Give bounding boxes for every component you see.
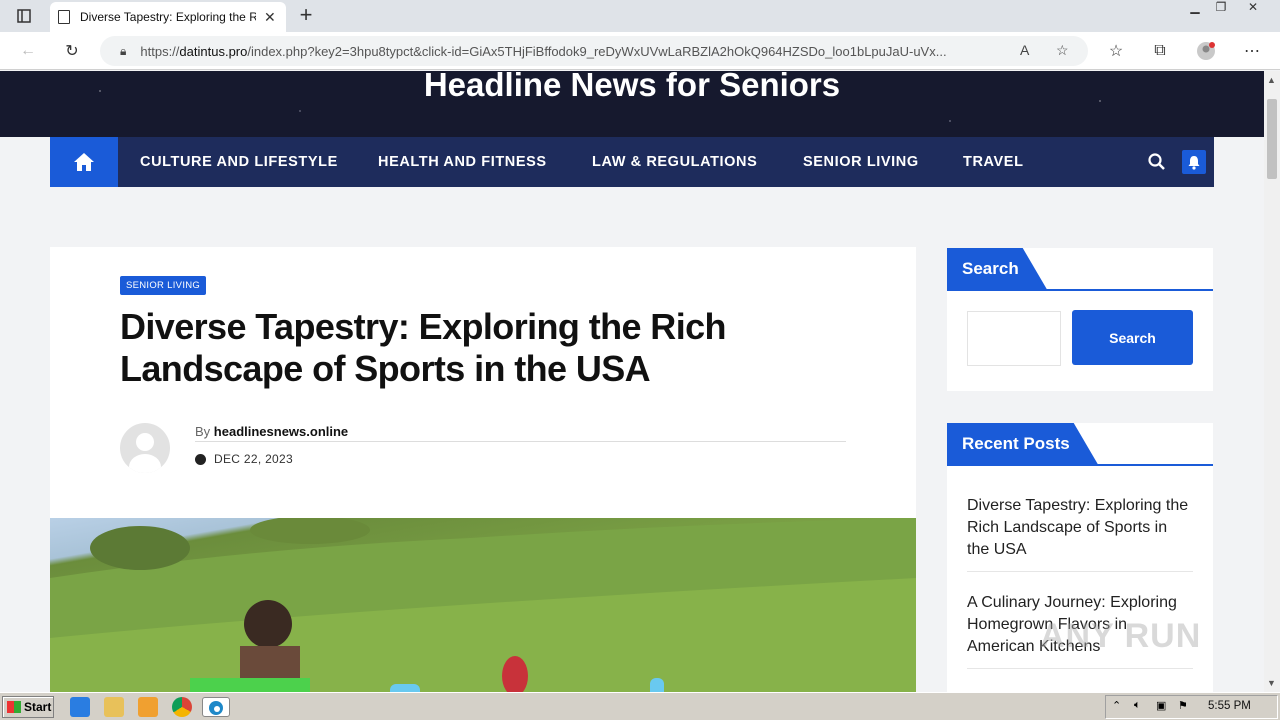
close-window-icon[interactable]: ✕ — [1240, 0, 1266, 18]
article-title: Diverse Tapestry: Exploring the Rich Lan… — [120, 306, 727, 389]
url-field[interactable]: 🔒︎ https://datintus.pro/index.php?key2=3… — [100, 36, 1088, 66]
tab-actions-icon[interactable] — [12, 4, 36, 28]
site-title[interactable]: Headline News for Seniors — [0, 71, 1264, 101]
new-tab-button[interactable]: + — [294, 4, 318, 28]
clock-icon — [195, 453, 206, 465]
edge-icon[interactable] — [202, 697, 230, 717]
main-navigation: CULTURE AND LIFESTYLE HEALTH AND FITNESS… — [50, 137, 1214, 187]
profile-avatar-icon[interactable] — [1194, 39, 1218, 63]
media-player-icon[interactable] — [138, 697, 158, 717]
scroll-thumb[interactable] — [1267, 99, 1277, 179]
start-label: Start — [24, 700, 52, 714]
restore-icon[interactable]: ❐ — [1208, 0, 1234, 18]
nav-travel[interactable]: TRAVEL — [963, 137, 1024, 187]
date-text: DEC 22, 2023 — [214, 452, 293, 466]
windows-logo-icon — [7, 701, 21, 713]
refresh-icon[interactable]: ↻ — [60, 39, 84, 63]
nav-law-regulations[interactable]: LAW & REGULATIONS — [592, 137, 757, 187]
nav-senior-living[interactable]: SENIOR LIVING — [803, 137, 919, 187]
sidebar-search-button[interactable]: Search — [1072, 310, 1193, 365]
favorites-icon[interactable]: ☆ — [1104, 39, 1128, 63]
scroll-down-icon[interactable]: ▼ — [1267, 678, 1276, 688]
nav-culture-lifestyle[interactable]: CULTURE AND LIFESTYLE — [140, 137, 338, 187]
notification-bell-icon[interactable] — [1182, 150, 1206, 174]
browser-tab[interactable]: Diverse Tapestry: Exploring the Rich Lan… — [50, 2, 286, 32]
start-button[interactable]: Start — [2, 696, 54, 718]
home-icon — [74, 153, 94, 171]
recent-posts-header: Recent Posts — [947, 423, 1213, 466]
add-favorite-icon[interactable]: ☆ — [1056, 42, 1069, 59]
chrome-icon[interactable] — [172, 697, 192, 717]
search-icon[interactable] — [1148, 153, 1166, 176]
collections-icon[interactable]: ⧉ — [1148, 39, 1172, 63]
lock-icon: 🔒︎ — [120, 43, 127, 58]
author-avatar[interactable] — [120, 423, 170, 473]
search-widget-title: Search — [947, 248, 1047, 289]
article-card: SENIOR LIVING Diverse Tapestry: Explorin… — [50, 247, 916, 692]
post-date: DEC 22, 2023 — [195, 452, 293, 466]
network-icon[interactable]: ▣ — [1156, 699, 1166, 712]
action-center-icon[interactable]: ⚑ — [1178, 699, 1188, 712]
recent-posts-title: Recent Posts — [947, 423, 1098, 464]
nav-health-fitness[interactable]: HEALTH AND FITNESS — [378, 137, 547, 187]
read-aloud-icon[interactable]: A — [1020, 42, 1029, 58]
featured-image — [50, 518, 916, 692]
url-text: https://datintus.pro/index.php?key2=3hpu… — [140, 43, 947, 59]
site-header: Headline News for Seniors — [0, 71, 1264, 137]
search-widget-header: Search — [947, 248, 1213, 291]
anyrun-watermark: ANY RUN — [1040, 617, 1202, 655]
sidebar-search-input[interactable] — [967, 311, 1061, 366]
byline: By headlinesnews.online — [195, 424, 846, 442]
close-tab-icon[interactable]: ✕ — [264, 9, 276, 26]
back-icon[interactable]: ← — [16, 39, 40, 63]
browser-tab-bar: Diverse Tapestry: Exploring the Rich Lan… — [0, 0, 1280, 32]
file-explorer-icon[interactable] — [104, 697, 124, 717]
system-tray: ⌃ 🔈︎ ▣ ⚑ — [1105, 695, 1278, 719]
minimize-icon[interactable]: ▁ — [1182, 0, 1208, 18]
author-link[interactable]: headlinesnews.online — [214, 424, 348, 439]
search-widget: Search Search — [947, 248, 1213, 391]
volume-icon[interactable]: 🔈︎ — [1134, 699, 1141, 712]
taskbar-clock[interactable]: 5:55 PM — [1208, 700, 1251, 712]
category-badge[interactable]: SENIOR LIVING — [120, 276, 207, 295]
by-label: By — [195, 424, 211, 439]
windows-taskbar: Start ⌃ 🔈︎ ▣ ⚑ 5:55 PM — [0, 692, 1280, 720]
tray-expand-icon[interactable]: ⌃ — [1112, 699, 1121, 712]
more-menu-icon[interactable]: ⋯ — [1240, 39, 1264, 63]
scroll-up-icon[interactable]: ▲ — [1267, 75, 1276, 85]
page-scrollbar[interactable]: ▲ ▼ — [1264, 71, 1280, 692]
recent-post-link[interactable]: Diverse Tapestry: Exploring the Rich Lan… — [967, 495, 1193, 572]
internet-explorer-icon[interactable] — [70, 697, 90, 717]
page-viewport: Headline News for Seniors CULTURE AND LI… — [0, 71, 1264, 692]
address-bar-row: ← ↻ 🔒︎ https://datintus.pro/index.php?ke… — [0, 32, 1280, 70]
page-icon — [58, 10, 70, 24]
home-button[interactable] — [50, 137, 118, 187]
tab-title: Diverse Tapestry: Exploring the Rich Lan… — [80, 10, 256, 24]
